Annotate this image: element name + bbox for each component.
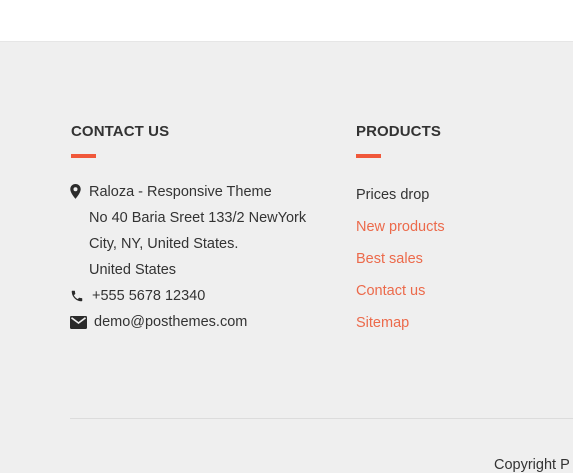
contact-title: CONTACT US [71, 123, 170, 140]
link-prices-drop[interactable]: Prices drop [356, 187, 429, 203]
map-pin-icon [70, 184, 81, 199]
products-title-accent [356, 154, 381, 158]
link-sitemap[interactable]: Sitemap [356, 315, 409, 331]
contact-title-accent [71, 154, 96, 158]
phone-icon [71, 290, 83, 302]
footer [0, 42, 573, 470]
address-line-4: United States [89, 262, 177, 278]
address-line-2: No 40 Baria Sreet 133/2 NewYork [89, 210, 307, 226]
phone-number: +555 5678 12340 [92, 288, 206, 304]
footer-divider [70, 418, 573, 419]
link-best-sales[interactable]: Best sales [356, 251, 423, 267]
address-line-3: City, NY, United States. [89, 236, 239, 252]
link-contact-us[interactable]: Contact us [356, 283, 425, 299]
link-new-products[interactable]: New products [356, 219, 445, 235]
header-band [0, 0, 573, 42]
copyright-text: Copyright P [494, 457, 570, 473]
email-address: demo@posthemes.com [94, 314, 248, 330]
address-line-1: Raloza - Responsive Theme [89, 184, 272, 200]
envelope-icon [70, 316, 87, 329]
products-title: PRODUCTS [356, 123, 441, 140]
